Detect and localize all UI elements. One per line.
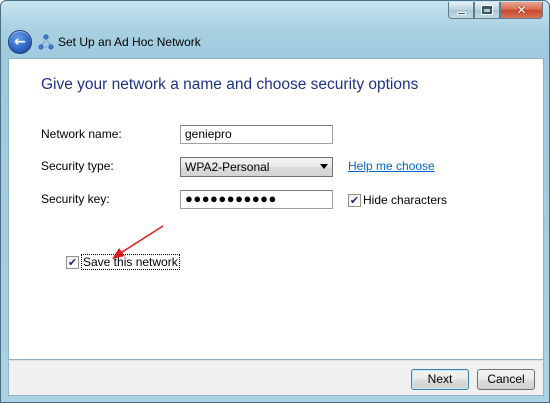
back-button[interactable]: ← <box>8 30 32 54</box>
help-me-choose-link[interactable]: Help me choose <box>348 159 435 173</box>
minimize-button[interactable] <box>448 2 474 19</box>
hide-characters-checkbox[interactable]: ✔ <box>348 194 361 207</box>
security-type-value: WPA2-Personal <box>185 160 270 174</box>
close-icon: ✕ <box>516 3 527 17</box>
maximize-button[interactable] <box>474 2 500 19</box>
caption-buttons: ✕ <box>448 2 543 19</box>
back-arrow-icon: ← <box>14 33 26 50</box>
network-name-label: Network name: <box>41 127 122 141</box>
next-button[interactable]: Next <box>411 369 469 390</box>
save-network-checkbox[interactable]: ✔ <box>66 256 79 269</box>
wizard-header: ← Set Up an Ad Hoc Network <box>8 29 544 55</box>
save-network-label[interactable]: Save this network <box>81 254 180 270</box>
wizard-footer: Next Cancel <box>8 360 544 396</box>
network-name-input[interactable]: geniepro <box>180 125 333 144</box>
wizard-content: Give your network a name and choose secu… <box>8 58 544 360</box>
checkmark-icon: ✔ <box>349 194 360 207</box>
security-type-label: Security type: <box>41 159 114 173</box>
page-heading: Give your network a name and choose secu… <box>41 76 419 93</box>
cancel-button[interactable]: Cancel <box>477 369 535 390</box>
checkmark-icon: ✔ <box>67 256 78 269</box>
chevron-down-icon <box>320 164 328 169</box>
window-frame: ✕ ← Set Up an Ad Hoc Network Give your n… <box>0 0 550 403</box>
close-button[interactable]: ✕ <box>500 2 543 19</box>
minimize-icon <box>456 11 466 15</box>
window-title: Set Up an Ad Hoc Network <box>58 35 201 49</box>
security-key-label: Security key: <box>41 192 110 206</box>
security-type-select[interactable]: WPA2-Personal <box>180 157 333 177</box>
hide-characters-label[interactable]: Hide characters <box>363 193 447 207</box>
security-key-input[interactable]: ●●●●●●●●●●● <box>180 190 333 209</box>
maximize-icon <box>481 5 493 15</box>
adhoc-network-icon <box>38 34 54 50</box>
